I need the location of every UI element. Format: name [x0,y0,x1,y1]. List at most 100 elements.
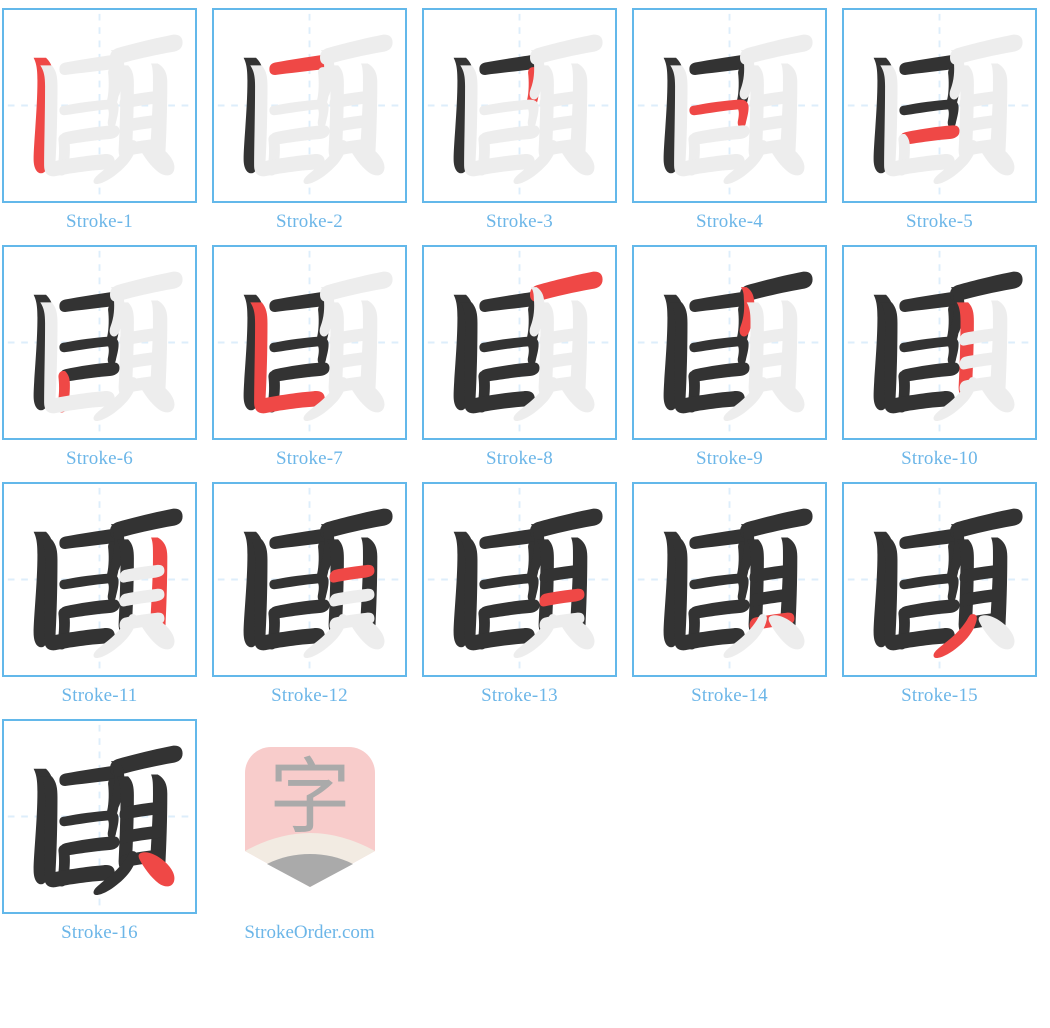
stroke-cell-12[interactable]: Stroke-12 [210,482,409,719]
stroke-cell-3[interactable]: Stroke-3 [420,8,619,245]
stroke-16-right-falling-dot [768,378,805,413]
stroke-7-bottom-horizontal-turn [250,65,325,177]
stroke-diagram-14[interactable] [632,482,827,677]
stroke-caption-5: Stroke-5 [905,211,974,232]
stroke-cell-14[interactable]: Stroke-14 [630,482,829,719]
stroke-diagram-3[interactable] [422,8,617,203]
stroke-7-bottom-horizontal-turn [40,65,115,177]
stroke-7-bottom-horizontal-turn [460,539,535,651]
stroke-canvas [637,13,822,198]
stroke-diagram-11[interactable] [2,482,197,677]
stroke-4-hook-stroke-inner [689,99,749,128]
stroke-7-bottom-horizontal-turn [40,302,115,414]
stroke-4-hook-stroke-inner [269,573,329,602]
site-logo-block[interactable]: 字 StrokeOrder.com [210,719,409,956]
stroke-16-right-falling-dot [768,141,805,176]
stroke-canvas [847,487,1032,672]
stroke-canvas [847,250,1032,435]
stroke-row: Stroke-6 Stroke-7 Stroke-8 Stroke-9 Stroke-1… [0,245,1050,482]
stroke-diagram-9[interactable] [632,245,827,440]
stroke-4-hook-stroke-inner [899,336,959,365]
stroke-diagram-12[interactable] [212,482,407,677]
stroke-order-grid: Stroke-1 Stroke-2 Stroke-3 Stroke-4 Stroke-5… [0,0,1050,956]
stroke-cell-5[interactable]: Stroke-5 [840,8,1039,245]
stroke-4-hook-stroke-inner [59,336,119,365]
stroke-cell-16[interactable]: Stroke-16 [0,719,199,956]
stroke-16-right-falling-dot [348,378,385,413]
stroke-canvas [637,487,822,672]
stroke-canvas [427,250,612,435]
stroke-16-right-falling-dot [558,378,595,413]
pencil-icon: 字 [244,746,375,887]
stroke-4-hook-stroke-inner [59,99,119,128]
stroke-canvas [7,13,192,198]
stroke-7-bottom-horizontal-turn [250,302,325,414]
stroke-16-right-falling-dot [558,615,595,650]
stroke-diagram-13[interactable] [422,482,617,677]
stroke-diagram-1[interactable] [2,8,197,203]
stroke-caption-16: Stroke-16 [61,922,138,943]
stroke-16-right-falling-dot [978,378,1015,413]
stroke-4-hook-stroke-inner [479,336,539,365]
stroke-caption-9: Stroke-9 [695,448,764,469]
stroke-cell-2[interactable]: Stroke-2 [210,8,409,245]
stroke-cell-10[interactable]: Stroke-10 [840,245,1039,482]
pencil-tip [266,853,353,887]
stroke-caption-8: Stroke-8 [485,448,554,469]
stroke-cell-7[interactable]: Stroke-7 [210,245,409,482]
stroke-7-bottom-horizontal-turn [460,65,535,177]
stroke-diagram-16[interactable] [2,719,197,914]
stroke-caption-13: Stroke-13 [481,685,558,706]
stroke-cell-11[interactable]: Stroke-11 [0,482,199,719]
stroke-caption-6: Stroke-6 [65,448,134,469]
stroke-caption-10: Stroke-10 [901,448,978,469]
stroke-4-hook-stroke-inner [59,573,119,602]
stroke-diagram-10[interactable] [842,245,1037,440]
stroke-diagram-5[interactable] [842,8,1037,203]
stroke-7-bottom-horizontal-turn [880,65,955,177]
stroke-cell-6[interactable]: Stroke-6 [0,245,199,482]
stroke-16-right-falling-dot [348,615,385,650]
logo-glyph: 字 [268,750,350,845]
stroke-canvas [7,250,192,435]
stroke-4-hook-stroke-inner [479,573,539,602]
stroke-canvas [7,724,192,909]
stroke-cell-9[interactable]: Stroke-9 [630,245,829,482]
stroke-diagram-8[interactable] [422,245,617,440]
stroke-cell-8[interactable]: Stroke-8 [420,245,619,482]
stroke-canvas [7,487,192,672]
stroke-16-right-falling-dot [768,615,805,650]
stroke-16-right-falling-dot [138,615,175,650]
stroke-cell-1[interactable]: Stroke-1 [0,8,199,245]
stroke-7-bottom-horizontal-turn [40,776,115,888]
stroke-row: Stroke-11 Stroke-12 Stroke-13 Stroke-14 Stro… [0,482,1050,719]
stroke-diagram-4[interactable] [632,8,827,203]
stroke-4-hook-stroke-inner [899,573,959,602]
stroke-canvas [847,13,1032,198]
stroke-diagram-2[interactable] [212,8,407,203]
stroke-cell-4[interactable]: Stroke-4 [630,8,829,245]
stroke-16-right-falling-dot [138,378,175,413]
stroke-4-hook-stroke-inner [269,336,329,365]
stroke-caption-7: Stroke-7 [275,448,344,469]
stroke-16-right-falling-dot [558,141,595,176]
stroke-16-right-falling-dot [138,141,175,176]
stroke-cell-15[interactable]: Stroke-15 [840,482,1039,719]
site-name-label[interactable]: StrokeOrder.com [244,914,374,956]
stroke-canvas [427,487,612,672]
stroke-caption-2: Stroke-2 [275,211,344,232]
stroke-canvas [217,487,402,672]
stroke-row: Stroke-1 Stroke-2 Stroke-3 Stroke-4 Stroke-5 [0,8,1050,245]
stroke-canvas [427,13,612,198]
stroke-caption-3: Stroke-3 [485,211,554,232]
stroke-diagram-7[interactable] [212,245,407,440]
stroke-canvas [637,250,822,435]
stroke-cell-13[interactable]: Stroke-13 [420,482,619,719]
stroke-row-last: Stroke-16 字 StrokeOrder.com [0,719,1050,956]
stroke-diagram-15[interactable] [842,482,1037,677]
stroke-canvas [217,250,402,435]
stroke-diagram-6[interactable] [2,245,197,440]
stroke-4-hook-stroke-inner [59,810,119,839]
strokeorder-pencil-logo[interactable]: 字 [212,719,407,914]
stroke-4-hook-stroke-inner [899,99,959,128]
